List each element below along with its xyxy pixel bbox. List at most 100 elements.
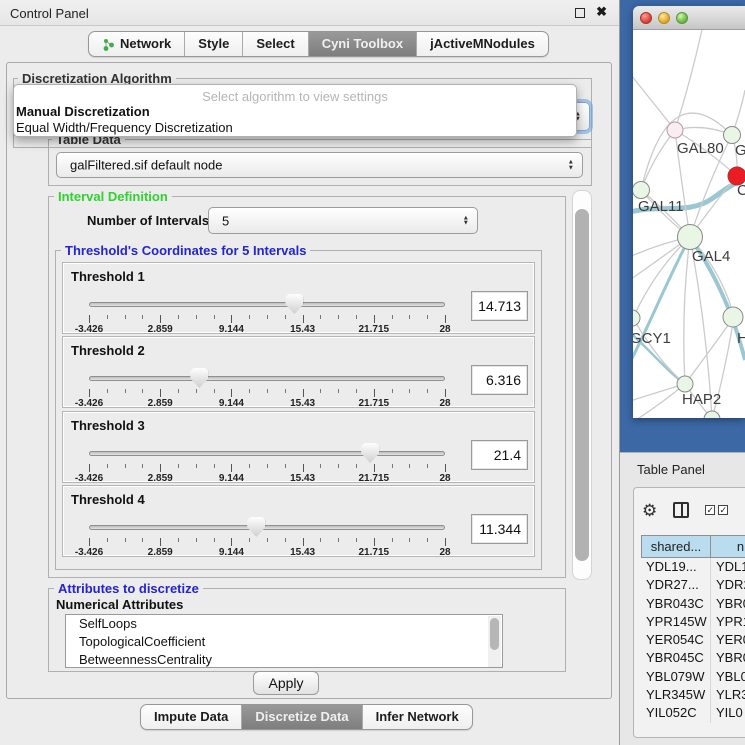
threshold-value-field[interactable]: 11.344	[471, 514, 528, 544]
network-canvas[interactable]: GAL80GACGAL11GAL4GCY1HHAP2	[633, 30, 745, 418]
slider-thumb[interactable]	[285, 294, 303, 314]
network-node[interactable]	[678, 225, 703, 250]
network-node[interactable]	[723, 307, 743, 327]
gear-icon[interactable]: ⚙	[642, 502, 657, 519]
tick-mark	[392, 464, 393, 468]
table-row[interactable]: YDL19...YDL1	[641, 558, 745, 576]
tick-mark	[89, 389, 90, 397]
settings-scrollbar[interactable]	[572, 190, 592, 580]
threshold-value-field[interactable]: 6.316	[471, 365, 528, 395]
tab-discretize-data[interactable]: Discretize Data	[241, 705, 361, 729]
network-node[interactable]	[724, 127, 741, 144]
table-cell: YIL0	[711, 704, 745, 722]
table-row[interactable]: YER054CYER0	[641, 631, 745, 649]
minimize-traffic-light-icon[interactable]	[658, 12, 670, 24]
tab-cyni-toolbox[interactable]: Cyni Toolbox	[308, 32, 416, 56]
threshold-slider[interactable]: -3.4262.8599.14415.4321.71528	[89, 442, 445, 484]
tick-mark	[409, 464, 410, 468]
tick-mark	[142, 315, 143, 319]
network-edge[interactable]	[684, 237, 690, 384]
network-node[interactable]	[667, 122, 683, 138]
tick-mark	[392, 538, 393, 542]
network-edge[interactable]	[633, 70, 675, 130]
attribute-list-item[interactable]: SelfLoops	[66, 615, 502, 633]
slider-track[interactable]	[89, 451, 445, 456]
slider-thumb[interactable]	[247, 517, 265, 537]
column-header[interactable]: n	[711, 535, 745, 558]
node-table: shared...n YDL19...YDL1YDR27...YDR2YBR04…	[641, 535, 745, 723]
tick-mark	[409, 315, 410, 319]
attribute-list-item[interactable]: BetweennessCentrality	[66, 651, 502, 668]
table-row[interactable]: YBL079WYBL0	[641, 668, 745, 686]
tab-network[interactable]: Network	[89, 32, 184, 56]
network-edge[interactable]	[633, 318, 685, 384]
column-header[interactable]: shared...	[641, 535, 711, 558]
slider-track[interactable]	[89, 376, 445, 381]
popup-option-equal-width-frequency[interactable]: Equal Width/Frequency Discretization	[16, 120, 233, 135]
number-of-intervals-combobox[interactable]: 5 ▲▼	[208, 207, 478, 234]
apply-button[interactable]: Apply	[253, 671, 319, 695]
tick-mark	[356, 464, 357, 468]
network-edge[interactable]	[633, 237, 690, 318]
slider-track[interactable]	[89, 525, 445, 530]
tick-mark	[356, 315, 357, 319]
slider-tick-labels: -3.4262.8599.14415.4321.71528	[89, 398, 445, 410]
node-label: GAL80	[677, 140, 724, 157]
table-panel-body: ⚙ ✓ ✓ shared...n YDL19...YDL1YDR27...YDR…	[633, 487, 745, 738]
numerical-attributes-list[interactable]: SelfLoopsTopologicalCoefficientBetweenne…	[65, 614, 503, 668]
tab-select[interactable]: Select	[242, 32, 307, 56]
slider-ticks	[89, 464, 445, 473]
slider-track[interactable]	[89, 302, 445, 307]
network-edge[interactable]	[633, 237, 690, 368]
tab-infer-network[interactable]: Infer Network	[362, 705, 472, 729]
float-window-icon[interactable]	[575, 8, 585, 18]
network-node[interactable]	[677, 376, 693, 392]
table-data-combobox[interactable]: galFiltered.sif default node ▲▼	[56, 152, 583, 178]
tab-style[interactable]: Style	[184, 32, 242, 56]
threshold-value-field[interactable]: 21.4	[471, 440, 528, 470]
tick-label: 2.859	[148, 324, 173, 335]
network-edge[interactable]	[685, 317, 734, 384]
checkbox-icon-2[interactable]: ✓	[718, 505, 728, 515]
table-row[interactable]: YDR27...YDR2	[641, 576, 745, 594]
network-window-titlebar[interactable]	[633, 6, 745, 30]
table-row[interactable]: YBR043CYBR0	[641, 595, 745, 613]
tick-label: 28	[439, 324, 450, 335]
tick-mark	[320, 538, 321, 542]
popup-option-manual-discretization[interactable]: Manual Discretization	[16, 104, 150, 119]
close-icon[interactable]: ✖	[596, 4, 607, 20]
tick-mark	[214, 389, 215, 393]
tick-mark	[338, 538, 339, 542]
network-node[interactable]	[633, 182, 650, 199]
table-row[interactable]: YIL052CYIL0	[641, 704, 745, 722]
combo-stepper-icon: ▲▼	[463, 215, 469, 226]
network-node[interactable]	[633, 310, 640, 326]
scrollbar-thumb[interactable]	[490, 618, 499, 650]
threshold-slider[interactable]: -3.4262.8599.14415.4321.71528	[89, 367, 445, 409]
threshold-slider[interactable]: -3.4262.8599.14415.4321.71528	[89, 516, 445, 558]
network-edge[interactable]	[641, 130, 675, 190]
slider-thumb[interactable]	[190, 368, 208, 388]
tab-jactivemnodules[interactable]: jActiveMNodules	[416, 32, 548, 56]
zoom-traffic-light-icon[interactable]	[676, 12, 688, 24]
network-edge[interactable]	[675, 30, 703, 130]
checkbox-icon-1[interactable]: ✓	[705, 505, 715, 515]
threshold-slider[interactable]: -3.4262.8599.14415.4321.71528	[89, 293, 445, 335]
network-edge[interactable]	[633, 384, 685, 418]
columns-icon[interactable]	[673, 502, 689, 518]
slider-thumb[interactable]	[361, 443, 379, 463]
tick-mark	[125, 538, 126, 542]
attribute-list-item[interactable]: TopologicalCoefficient	[66, 633, 502, 651]
table-row[interactable]: YBR045CYBR0	[641, 649, 745, 667]
close-traffic-light-icon[interactable]	[640, 12, 652, 24]
table-row[interactable]: YLR345WYLR3	[641, 686, 745, 704]
table-row[interactable]: YPR145WYPR1	[641, 613, 745, 631]
threshold-value-field[interactable]: 14.713	[471, 291, 528, 321]
tab-label: Cyni Toolbox	[322, 32, 403, 56]
scrollbar-thumb[interactable]	[575, 209, 589, 561]
list-scrollbar[interactable]	[488, 616, 501, 668]
tick-label: 21.715	[359, 324, 390, 335]
tick-mark	[445, 315, 446, 323]
tick-mark	[231, 389, 232, 397]
tab-impute-data[interactable]: Impute Data	[141, 705, 241, 729]
